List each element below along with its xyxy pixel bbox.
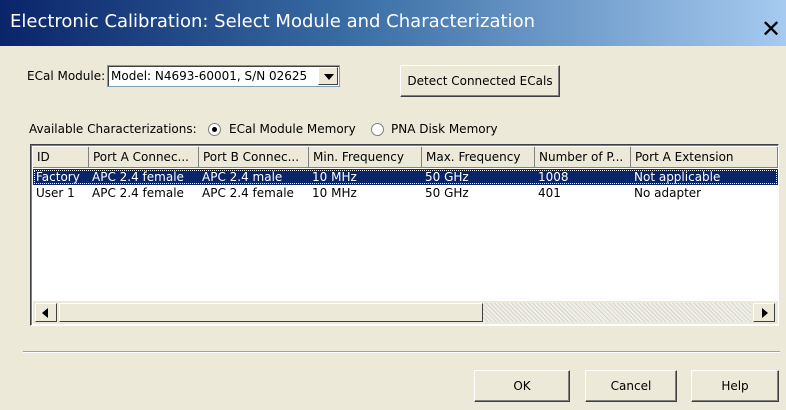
cell-port-b: APC 2.4 female — [202, 186, 294, 200]
scroll-right-icon[interactable] — [753, 303, 775, 322]
column-header-min-freq[interactable]: Min. Frequency — [309, 147, 422, 168]
table-row[interactable]: User 1 APC 2.4 female APC 2.4 female 10 … — [33, 185, 778, 201]
cancel-button[interactable]: Cancel — [585, 370, 677, 402]
title-bar[interactable]: Electronic Calibration: Select Module an… — [0, 0, 786, 46]
column-header-id[interactable]: ID — [33, 147, 89, 168]
cell-port-a: APC 2.4 female — [92, 186, 184, 200]
cell-port-a: APC 2.4 female — [92, 170, 184, 184]
cell-num-points: 401 — [538, 186, 561, 200]
cell-max-freq: 50 GHz — [425, 186, 469, 200]
cell-max-freq: 50 GHz — [425, 170, 469, 184]
radio-module-memory-label[interactable]: ECal Module Memory — [229, 122, 356, 136]
scrollbar-track[interactable] — [483, 303, 751, 322]
radio-disk-memory-label[interactable]: PNA Disk Memory — [391, 122, 498, 136]
column-header-max-freq[interactable]: Max. Frequency — [422, 147, 535, 168]
cell-num-points: 1008 — [538, 170, 569, 184]
column-header-num-points[interactable]: Number of P... — [535, 147, 631, 168]
cell-min-freq: 10 MHz — [312, 186, 357, 200]
characterizations-label: Available Characterizations: — [29, 122, 197, 136]
ecal-module-value: Model: N4693-60001, S/N 02625 — [111, 69, 308, 83]
help-button[interactable]: Help — [691, 370, 779, 402]
cell-port-a-ext: Not applicable — [634, 170, 721, 184]
column-header-port-a-ext[interactable]: Port A Extension — [631, 147, 778, 168]
table-header: ID Port A Connec... Port B Connec... Min… — [33, 147, 778, 168]
radio-module-memory[interactable] — [208, 123, 221, 136]
cell-port-a-ext: No adapter — [634, 186, 702, 200]
detect-ecals-button[interactable]: Detect Connected ECals — [400, 65, 560, 97]
window-title: Electronic Calibration: Select Module an… — [10, 11, 536, 32]
ecal-select-dialog: Electronic Calibration: Select Module an… — [0, 0, 786, 410]
cell-min-freq: 10 MHz — [312, 170, 357, 184]
column-header-port-b[interactable]: Port B Connec... — [199, 147, 309, 168]
ecal-module-select[interactable]: Model: N4693-60001, S/N 02625 — [107, 65, 340, 87]
chevron-down-icon[interactable] — [318, 67, 338, 85]
characterizations-table[interactable]: ID Port A Connec... Port B Connec... Min… — [30, 144, 779, 326]
table-row[interactable]: Factory APC 2.4 female APC 2.4 male 10 M… — [33, 169, 778, 185]
cell-id: Factory — [36, 170, 80, 184]
scroll-left-icon[interactable] — [35, 303, 57, 322]
ok-button[interactable]: OK — [474, 370, 570, 402]
cell-port-b: APC 2.4 male — [202, 170, 283, 184]
radio-disk-memory[interactable] — [371, 123, 384, 136]
scrollbar-thumb[interactable] — [59, 303, 483, 322]
ecal-module-label: ECal Module: — [27, 69, 106, 83]
divider — [23, 351, 780, 353]
column-header-port-a[interactable]: Port A Connec... — [89, 147, 199, 168]
cell-id: User 1 — [36, 186, 75, 200]
horizontal-scrollbar[interactable] — [33, 301, 778, 324]
close-icon[interactable]: ✕ — [758, 16, 784, 42]
